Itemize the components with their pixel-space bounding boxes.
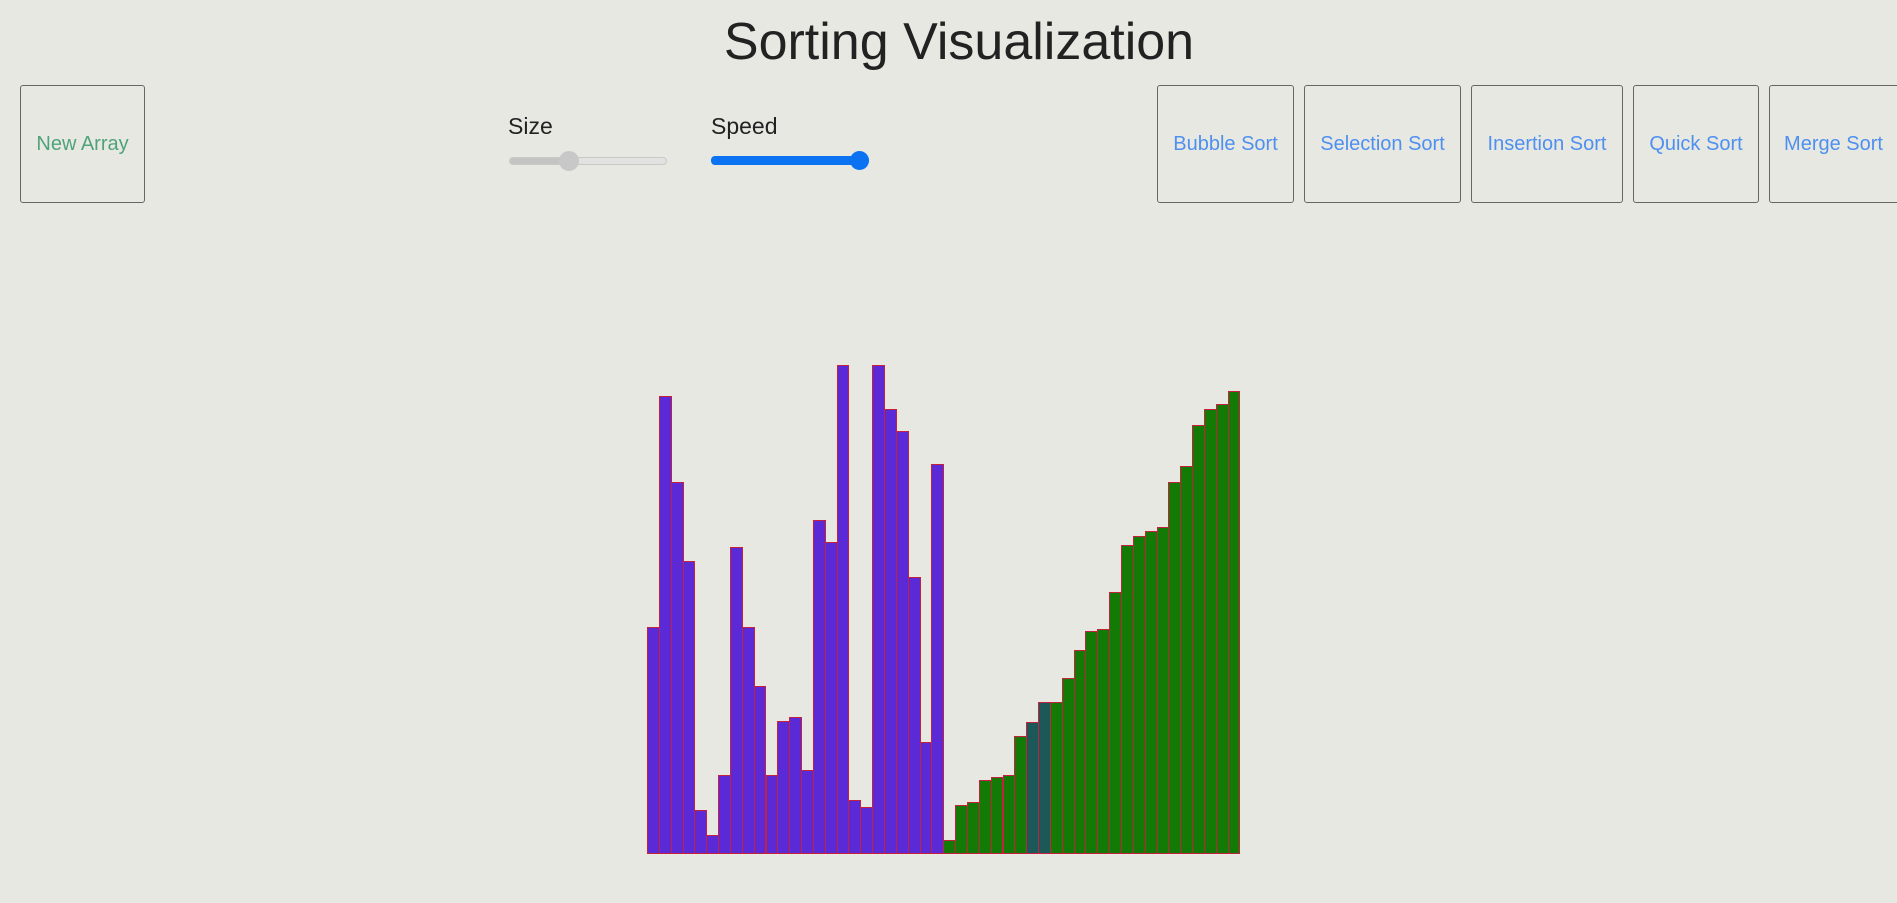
quick-sort-button[interactable]: Quick Sort xyxy=(1633,85,1759,203)
size-slider[interactable] xyxy=(509,157,667,165)
bubble-sort-button[interactable]: Bubble Sort xyxy=(1157,85,1294,203)
speed-slider[interactable] xyxy=(711,156,869,165)
insertion-sort-button[interactable]: Insertion Sort xyxy=(1471,85,1623,203)
array-bars xyxy=(647,300,1241,854)
array-bar xyxy=(931,464,945,854)
array-bar xyxy=(1227,391,1241,854)
speed-label: Speed xyxy=(711,113,778,139)
selection-sort-button[interactable]: Selection Sort xyxy=(1304,85,1461,203)
speed-slider-thumb[interactable] xyxy=(850,151,869,170)
merge-sort-button[interactable]: Merge Sort xyxy=(1769,85,1897,203)
new-array-button[interactable]: New Array xyxy=(20,85,145,203)
size-slider-thumb[interactable] xyxy=(558,151,579,171)
size-label: Size xyxy=(508,113,553,139)
array-bar xyxy=(836,365,850,854)
sorting-visualizer: Sorting Visualization New Array Size Spe… xyxy=(0,0,1897,903)
page-title: Sorting Visualization xyxy=(723,13,1195,71)
